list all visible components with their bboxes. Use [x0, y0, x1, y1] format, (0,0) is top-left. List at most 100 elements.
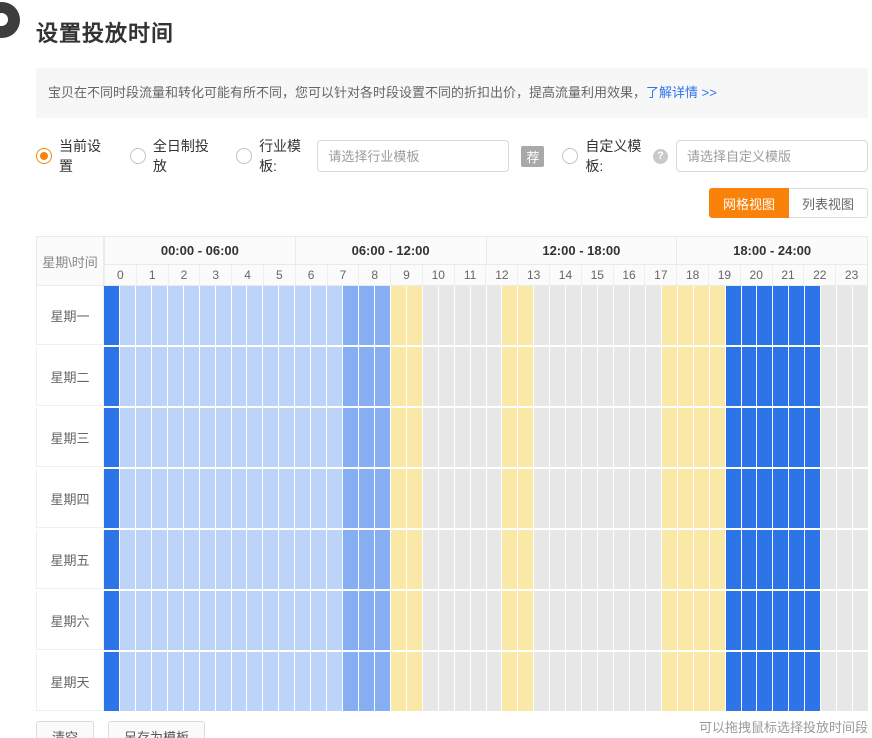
time-cell[interactable]: [757, 469, 772, 528]
time-cell[interactable]: [136, 286, 151, 345]
time-cell[interactable]: [152, 652, 167, 711]
time-cell[interactable]: [550, 530, 565, 589]
time-cell[interactable]: [136, 652, 151, 711]
time-cell[interactable]: [120, 530, 135, 589]
time-cell[interactable]: [263, 347, 278, 406]
time-cell[interactable]: [120, 408, 135, 467]
time-cell[interactable]: [678, 530, 693, 589]
time-cell[interactable]: [247, 286, 262, 345]
time-cell[interactable]: [598, 530, 613, 589]
time-cell[interactable]: [550, 652, 565, 711]
time-cell[interactable]: [407, 286, 422, 345]
time-cell[interactable]: [263, 286, 278, 345]
time-cell[interactable]: [598, 286, 613, 345]
time-cell[interactable]: [152, 286, 167, 345]
time-cell[interactable]: [471, 652, 486, 711]
time-cell[interactable]: [550, 408, 565, 467]
time-cell[interactable]: [359, 408, 374, 467]
time-cell[interactable]: [407, 469, 422, 528]
time-cell[interactable]: [694, 347, 709, 406]
time-cell[interactable]: [789, 408, 804, 467]
time-cell[interactable]: [550, 286, 565, 345]
time-cell[interactable]: [455, 408, 470, 467]
time-cell[interactable]: [646, 530, 661, 589]
time-cell[interactable]: [742, 347, 757, 406]
time-cell[interactable]: [694, 469, 709, 528]
time-cell[interactable]: [391, 652, 406, 711]
time-cell[interactable]: [678, 347, 693, 406]
time-cell[interactable]: [662, 652, 677, 711]
time-cell[interactable]: [742, 530, 757, 589]
time-cell[interactable]: [598, 469, 613, 528]
time-cell[interactable]: [247, 530, 262, 589]
time-cell[interactable]: [279, 408, 294, 467]
time-cell[interactable]: [518, 591, 533, 650]
time-cell[interactable]: [773, 347, 788, 406]
time-cell[interactable]: [614, 530, 629, 589]
time-cell[interactable]: [710, 408, 725, 467]
time-cell[interactable]: [805, 286, 820, 345]
time-cell[interactable]: [200, 347, 215, 406]
learn-more-link[interactable]: 了解详情 >>: [646, 85, 717, 100]
time-cell[interactable]: [136, 469, 151, 528]
time-cell[interactable]: [104, 286, 119, 345]
time-cell[interactable]: [678, 408, 693, 467]
time-cell[interactable]: [646, 286, 661, 345]
time-cell[interactable]: [343, 286, 358, 345]
time-cell[interactable]: [742, 591, 757, 650]
time-cell[interactable]: [582, 469, 597, 528]
time-cell[interactable]: [168, 530, 183, 589]
time-cell[interactable]: [343, 591, 358, 650]
time-cell[interactable]: [375, 530, 390, 589]
time-cell[interactable]: [710, 286, 725, 345]
time-cell[interactable]: [407, 347, 422, 406]
time-cell[interactable]: [423, 408, 438, 467]
time-cell[interactable]: [311, 469, 326, 528]
time-cell[interactable]: [710, 652, 725, 711]
time-cell[interactable]: [534, 408, 549, 467]
time-cell[interactable]: [471, 347, 486, 406]
time-cell[interactable]: [662, 286, 677, 345]
time-cell[interactable]: [184, 347, 199, 406]
time-cell[interactable]: [184, 469, 199, 528]
time-cell[interactable]: [534, 530, 549, 589]
time-cell[interactable]: [343, 652, 358, 711]
time-cell[interactable]: [471, 286, 486, 345]
time-cell[interactable]: [184, 408, 199, 467]
time-cell[interactable]: [773, 286, 788, 345]
time-cell[interactable]: [168, 591, 183, 650]
time-cell[interactable]: [582, 652, 597, 711]
time-cell[interactable]: [805, 591, 820, 650]
time-cell[interactable]: [136, 408, 151, 467]
time-cell[interactable]: [518, 530, 533, 589]
time-cell[interactable]: [407, 408, 422, 467]
time-cell[interactable]: [439, 286, 454, 345]
time-cell[interactable]: [710, 591, 725, 650]
time-cell[interactable]: [630, 347, 645, 406]
time-cell[interactable]: [232, 347, 247, 406]
time-cell[interactable]: [120, 652, 135, 711]
time-cell[interactable]: [216, 286, 231, 345]
time-cell[interactable]: [152, 469, 167, 528]
time-cell[interactable]: [837, 347, 852, 406]
time-cell[interactable]: [582, 347, 597, 406]
time-cell[interactable]: [120, 286, 135, 345]
time-cell[interactable]: [853, 530, 868, 589]
time-cell[interactable]: [757, 652, 772, 711]
time-cell[interactable]: [742, 469, 757, 528]
radio-current-settings[interactable]: 当前设置: [36, 136, 106, 176]
time-cell[interactable]: [837, 408, 852, 467]
time-cell[interactable]: [502, 652, 517, 711]
time-cell[interactable]: [200, 408, 215, 467]
time-cell[interactable]: [311, 286, 326, 345]
time-cell[interactable]: [773, 530, 788, 589]
time-cell[interactable]: [168, 286, 183, 345]
time-cell[interactable]: [534, 347, 549, 406]
time-cell[interactable]: [821, 591, 836, 650]
time-cell[interactable]: [646, 347, 661, 406]
clear-button[interactable]: 清空: [36, 721, 94, 738]
time-cell[interactable]: [598, 347, 613, 406]
time-cell[interactable]: [311, 530, 326, 589]
time-cell[interactable]: [343, 408, 358, 467]
time-cell[interactable]: [104, 408, 119, 467]
